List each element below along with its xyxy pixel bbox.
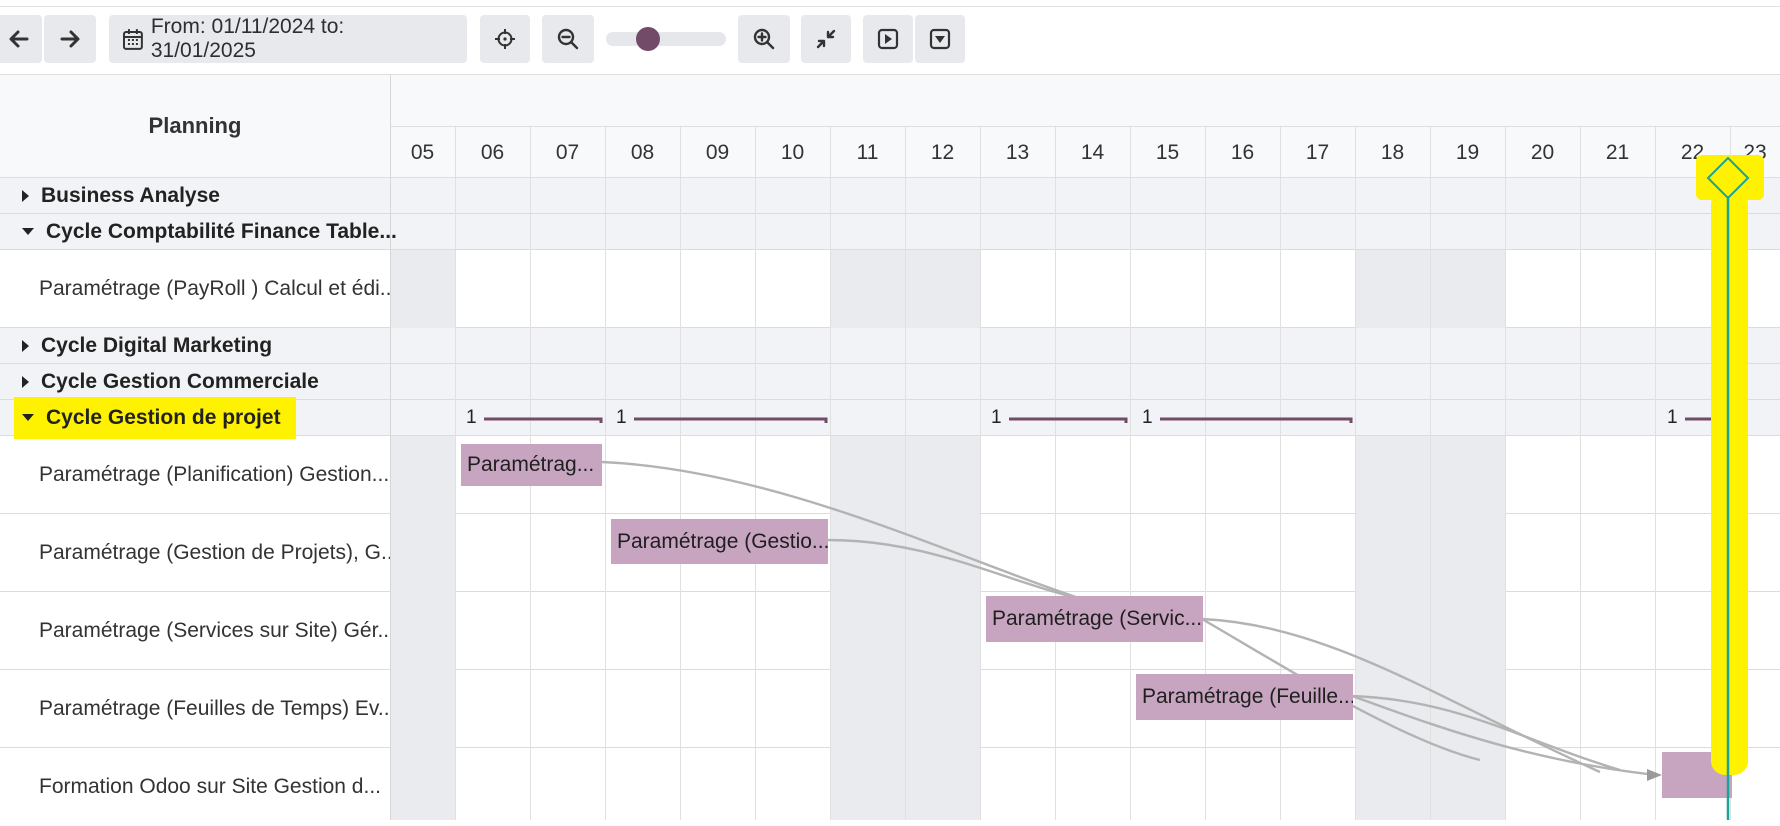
caret-down-icon [22, 414, 34, 421]
group-label: Cycle Gestion de projet [46, 405, 281, 429]
diamond-icon [1706, 156, 1750, 200]
